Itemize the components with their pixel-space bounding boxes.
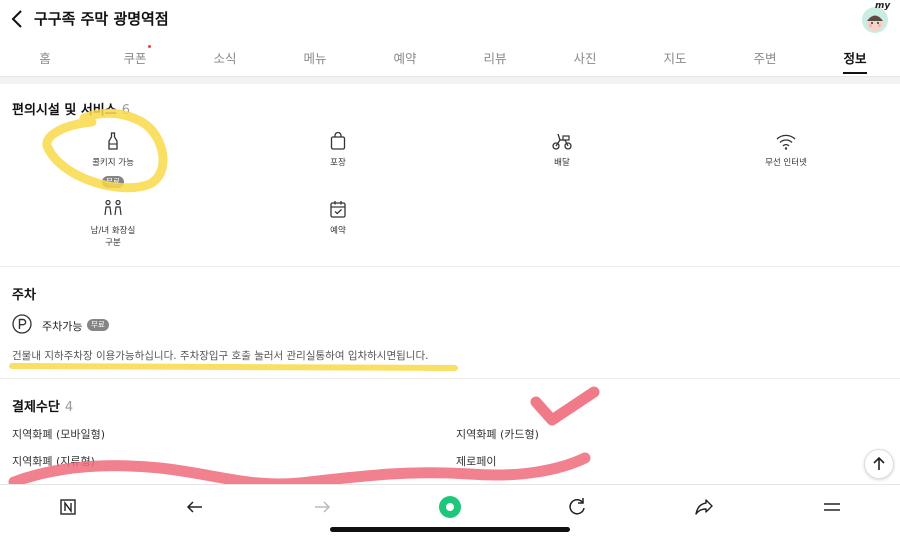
tab-home[interactable]: 홈 bbox=[39, 48, 51, 67]
avatar-my-tag: my bbox=[875, 1, 891, 11]
back-button[interactable] bbox=[181, 493, 209, 521]
facility-corkage: 콜키지 가능 무료 bbox=[68, 131, 158, 188]
home-indicator[interactable] bbox=[330, 527, 570, 532]
green-dot-icon bbox=[439, 496, 461, 518]
forward-button[interactable] bbox=[308, 493, 336, 521]
parking-available-label: 주차가능 bbox=[42, 320, 83, 333]
tab-bar: 홈 쿠폰 소식 메뉴 예약 리뷰 사진 지도 주변 정보 bbox=[0, 38, 900, 74]
section-divider bbox=[0, 266, 900, 267]
payment-method: 지역화폐 (카드형) bbox=[456, 428, 539, 441]
restroom-label-line1: 남/녀 화장실 bbox=[90, 226, 136, 236]
payment-method: 지역화폐 (지류형) bbox=[12, 455, 95, 468]
green-dot-button[interactable] bbox=[436, 493, 464, 521]
facility-label: 예약 bbox=[330, 226, 346, 236]
parking-icon bbox=[12, 314, 32, 334]
facilities-title: 편의시설 및 서비스 6 bbox=[12, 99, 130, 118]
page-title: 구구족 주막 광명역점 bbox=[34, 10, 169, 28]
pink-check-mark bbox=[530, 386, 600, 426]
section-divider bbox=[0, 378, 900, 379]
back-arrow-icon[interactable] bbox=[8, 8, 28, 30]
header: 구구족 주막 광명역점 my bbox=[0, 0, 900, 38]
menu-button[interactable] bbox=[818, 493, 846, 521]
tab-photo[interactable]: 사진 bbox=[573, 48, 596, 67]
share-icon bbox=[695, 499, 713, 515]
share-button[interactable] bbox=[690, 493, 718, 521]
refresh-button[interactable] bbox=[563, 493, 591, 521]
refresh-icon bbox=[569, 498, 585, 515]
facility-label: 남/녀 화장실구분 bbox=[68, 225, 158, 249]
payment-title: 결제수단 4 bbox=[12, 396, 73, 415]
free-badge: 무료 bbox=[102, 176, 124, 188]
wifi-icon bbox=[776, 134, 796, 150]
facility-wifi: 무선 인터넷 bbox=[741, 131, 831, 169]
tab-info[interactable]: 정보 bbox=[843, 48, 866, 67]
shopping-bag-icon bbox=[330, 131, 346, 150]
naver-home-button[interactable] bbox=[54, 493, 82, 521]
facilities-title-text: 편의시설 및 서비스 bbox=[12, 103, 117, 118]
yellow-underline-mark bbox=[9, 363, 458, 371]
payment-count: 4 bbox=[64, 400, 74, 415]
facility-label: 콜키지 가능 bbox=[92, 158, 134, 168]
facility-label: 무선 인터넷 bbox=[765, 158, 807, 168]
facilities-count: 6 bbox=[121, 103, 131, 118]
tab-menu[interactable]: 메뉴 bbox=[303, 48, 326, 67]
free-badge: 무료 bbox=[87, 319, 109, 331]
payment-title-text: 결제수단 bbox=[12, 400, 60, 415]
facility-reservation: 예약 bbox=[293, 199, 383, 237]
payment-method: 지역화폐 (모바일형) bbox=[12, 428, 106, 441]
facility-takeout: 포장 bbox=[293, 131, 383, 169]
scooter-icon bbox=[552, 133, 572, 150]
menu-icon bbox=[824, 503, 840, 511]
tab-map[interactable]: 지도 bbox=[663, 48, 686, 67]
scroll-to-top-button[interactable] bbox=[864, 449, 894, 479]
tab-nearby[interactable]: 주변 bbox=[753, 48, 776, 67]
tab-coupon[interactable]: 쿠폰 bbox=[123, 48, 146, 67]
parking-title: 주차 bbox=[12, 288, 36, 303]
active-tab-indicator bbox=[843, 72, 867, 74]
facility-delivery: 배달 bbox=[517, 131, 607, 169]
tab-review[interactable]: 리뷰 bbox=[483, 48, 506, 67]
facility-restroom: 남/녀 화장실구분 bbox=[68, 199, 158, 249]
new-dot-icon bbox=[148, 45, 151, 48]
naver-home-icon bbox=[60, 499, 76, 515]
wine-bottle-icon bbox=[108, 132, 118, 150]
parking-note: 건물내 지하주차장 이용가능하십니다. 주차장입구 호출 눌러서 관리실통하여 … bbox=[12, 350, 429, 362]
restroom-label-line2: 구분 bbox=[105, 238, 121, 248]
payment-method: 제로페이 bbox=[456, 455, 497, 468]
section-divider bbox=[0, 76, 900, 84]
pink-scribble-mark bbox=[8, 452, 591, 490]
facility-label: 배달 bbox=[554, 158, 570, 168]
tab-reservation[interactable]: 예약 bbox=[393, 48, 416, 67]
arrow-up-icon bbox=[873, 456, 885, 470]
tab-news[interactable]: 소식 bbox=[213, 48, 236, 67]
forward-arrow-icon bbox=[315, 501, 331, 513]
facility-label: 포장 bbox=[330, 158, 346, 168]
calendar-check-icon bbox=[330, 201, 346, 218]
restroom-icon bbox=[104, 199, 122, 216]
back-arrow-icon bbox=[186, 501, 202, 513]
